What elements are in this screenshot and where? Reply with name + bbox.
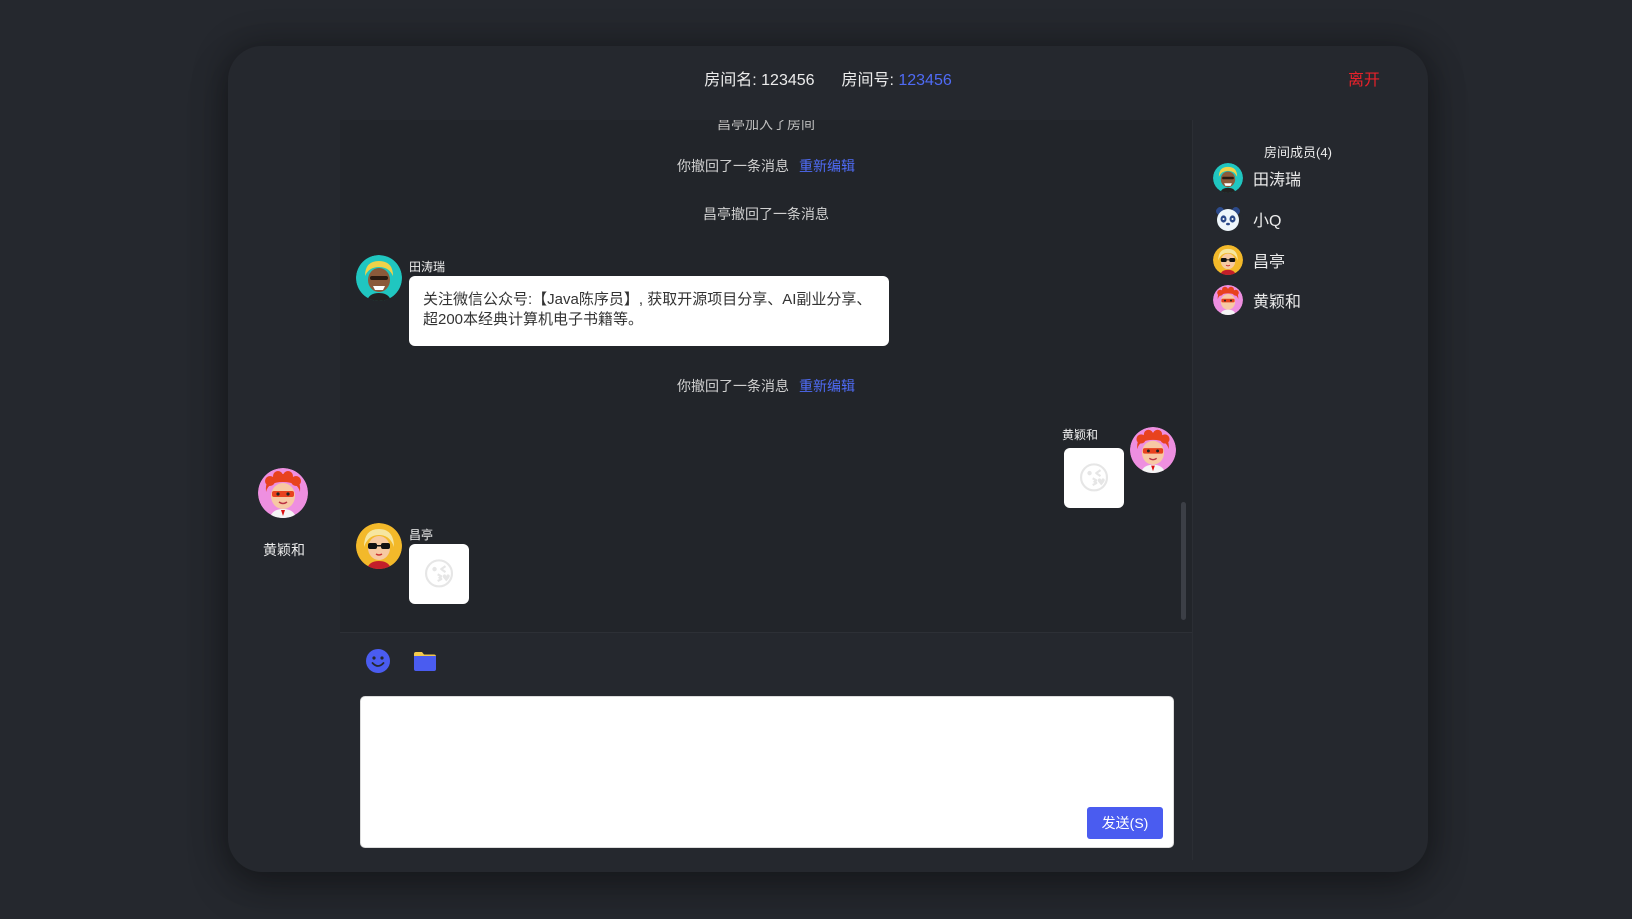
sunglasses-avatar-icon[interactable]	[356, 523, 402, 569]
recall-notice: 你撤回了一条消息 重新编辑	[340, 376, 1192, 396]
member-item[interactable]: 田涛瑞	[1213, 162, 1301, 194]
sender-name: 昌亭	[409, 528, 434, 542]
member-item[interactable]: 黄颖和	[1213, 284, 1301, 316]
sender-name: 田涛瑞	[409, 260, 446, 274]
system-message: 昌亭加入了房间	[717, 120, 815, 132]
green-hair-avatar-icon[interactable]	[356, 255, 402, 301]
chat-room-window: 房间名: 123456 房间号: 123456 离开 黄颖和 昌亭加入了房间 你…	[228, 46, 1428, 872]
folder-icon[interactable]	[412, 648, 438, 674]
send-button[interactable]: 发送(S)	[1087, 807, 1163, 839]
member-item[interactable]: 昌亭	[1213, 244, 1285, 276]
reedit-link[interactable]: 重新编辑	[799, 158, 855, 174]
current-user-panel: 黄颖和	[228, 110, 340, 860]
green-hair-avatar-icon	[1213, 163, 1243, 193]
redhair-avatar-icon	[1213, 285, 1243, 315]
member-name: 昌亭	[1253, 254, 1286, 271]
room-id-label: 房间号:	[841, 72, 894, 89]
member-name: 小Q	[1253, 213, 1282, 230]
redhair-avatar-icon	[258, 468, 308, 518]
recall-text: 你撤回了一条消息	[677, 158, 789, 174]
member-list-panel: 房间成员(4) 田涛瑞 小Q 昌亭 黄颖和	[1192, 120, 1403, 860]
panda-avatar-icon	[1213, 204, 1243, 234]
smiley-icon[interactable]	[365, 648, 391, 674]
room-header: 房间名: 123456 房间号: 123456 离开	[228, 46, 1428, 110]
emoji-message: 😘	[409, 544, 469, 604]
message-scrollbar[interactable]	[1181, 502, 1186, 620]
room-id: 123456	[898, 72, 952, 89]
room-name: 123456	[761, 72, 815, 89]
message-bubble: 关注微信公众号:【Java陈序员】, 获取开源项目分享、AI副业分享、超200本…	[409, 276, 889, 346]
member-name: 田涛瑞	[1253, 172, 1302, 189]
room-info: 房间名: 123456 房间号: 123456	[228, 66, 1428, 90]
room-name-label: 房间名:	[704, 72, 757, 89]
redhair-avatar-icon[interactable]	[1130, 427, 1176, 473]
recall-notice: 你撤回了一条消息 重新编辑	[340, 156, 1192, 176]
message-input[interactable]	[371, 707, 1165, 811]
member-list-title: 房间成员(4)	[1264, 145, 1332, 160]
kiss-emoji-icon: 😘	[1077, 460, 1111, 496]
leave-button[interactable]: 离开	[1348, 66, 1380, 90]
reedit-link[interactable]: 重新编辑	[799, 378, 855, 394]
recall-text: 你撤回了一条消息	[677, 378, 789, 394]
composer-toolbar	[340, 632, 1192, 687]
message-composer: 发送(S)	[360, 696, 1174, 848]
kiss-emoji-icon: 😘	[422, 556, 456, 592]
current-user-name: 黄颖和	[263, 542, 305, 558]
member-name: 黄颖和	[1253, 294, 1302, 311]
member-item[interactable]: 小Q	[1213, 203, 1281, 235]
sunglasses-avatar-icon	[1213, 245, 1243, 275]
emoji-message: 😘	[1064, 448, 1124, 508]
sender-name: 黄颖和	[1061, 428, 1098, 442]
message-list[interactable]: 昌亭加入了房间 你撤回了一条消息 重新编辑 昌亭撤回了一条消息 田涛瑞 关注微信公…	[340, 120, 1192, 632]
recall-notice: 昌亭撤回了一条消息	[703, 206, 829, 222]
